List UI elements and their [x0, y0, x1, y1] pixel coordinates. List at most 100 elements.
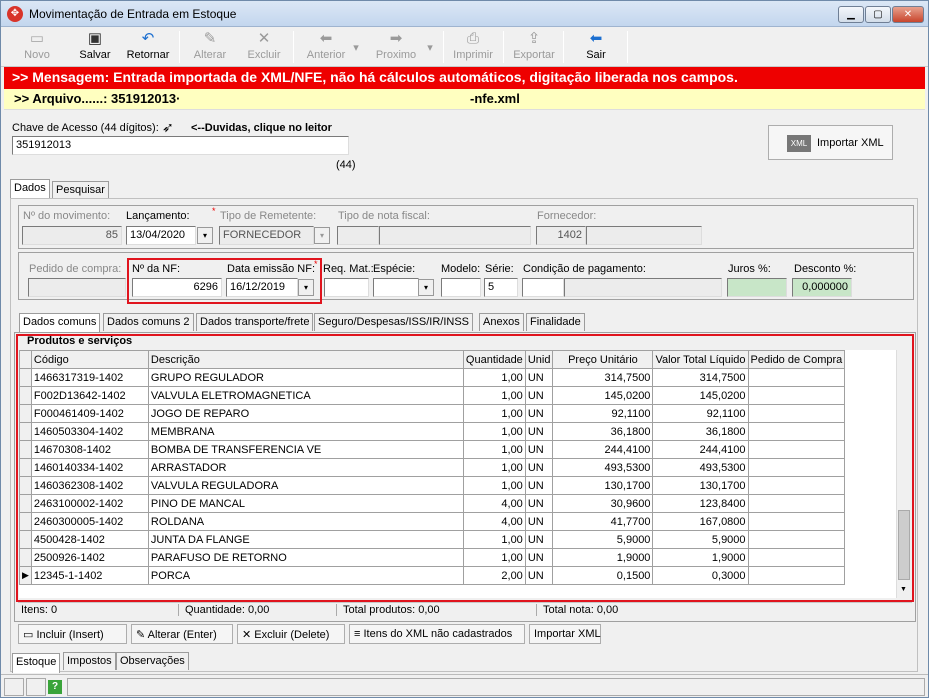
- importar-xml-item-button[interactable]: Importar XML: [529, 624, 601, 644]
- condicao-code[interactable]: [522, 278, 564, 297]
- arquivo-suffix: -nfe.xml: [470, 91, 520, 106]
- desconto-label: Desconto %:: [794, 263, 857, 275]
- arquivo-banner: >> Arquivo......: 351912013· -nfe.xml: [4, 89, 925, 110]
- lancamento-label: Lançamento:: [126, 210, 190, 222]
- serie-label: Série:: [485, 263, 514, 275]
- app-icon: ✥: [7, 6, 23, 22]
- tipo-nota-desc: [379, 226, 531, 245]
- save-icon: ▣: [87, 30, 103, 47]
- retornar-button[interactable]: ↶ Retornar: [125, 29, 171, 65]
- req-mat-input[interactable]: [324, 278, 369, 297]
- tab-pesquisar[interactable]: Pesquisar: [52, 181, 109, 199]
- fornecedor-code: 1402: [536, 226, 586, 245]
- totals-itens: Itens: 0: [21, 604, 58, 616]
- arrow-left-icon: ⬅: [319, 30, 333, 47]
- arquivo-prefix: >> Arquivo......: 351912013·: [14, 91, 181, 106]
- especie-dropdown[interactable]: ▾: [418, 279, 434, 296]
- undo-icon: ↶: [141, 30, 155, 47]
- delete-icon: ✕: [242, 629, 255, 641]
- remetente-dropdown[interactable]: ▾: [314, 227, 330, 244]
- incluir-button[interactable]: ▭ Incluir (Insert): [18, 624, 127, 644]
- alterar-item-button[interactable]: ✎ Alterar (Enter): [131, 624, 233, 644]
- required-marker: *: [212, 206, 216, 216]
- proximo-button[interactable]: ➡ Proximo: [373, 29, 419, 65]
- num-mov-field: 85: [22, 226, 122, 245]
- edit-icon: ✎: [203, 30, 217, 47]
- toolbar-separator: [443, 31, 444, 63]
- exit-arrow-icon: ⬅: [589, 30, 603, 47]
- subtab-anexos[interactable]: Anexos: [479, 313, 524, 331]
- sair-button[interactable]: ⬅ Sair: [575, 29, 617, 65]
- delete-icon: ✕: [257, 30, 271, 47]
- chave-help-link[interactable]: <--Duvidas, clique no leitor: [191, 122, 332, 134]
- exportar-button[interactable]: ⇪ Exportar: [511, 29, 557, 65]
- excluir-item-button[interactable]: ✕ Excluir (Delete): [237, 624, 345, 644]
- arrow-right-icon: ➡: [389, 30, 403, 47]
- imprimir-button[interactable]: ⎙ Imprimir: [451, 29, 495, 65]
- totals-bar: Itens: 0 Quantidade: 0,00 Total produtos…: [18, 602, 912, 616]
- highlight-nf-box: [127, 258, 322, 304]
- tab-observacoes[interactable]: Observações: [116, 652, 189, 670]
- export-icon: ⇪: [527, 30, 541, 47]
- toolbar-separator: [503, 31, 504, 63]
- juros-label: Juros %:: [728, 263, 771, 275]
- fornecedor-name: [586, 226, 702, 245]
- subtab-dados-comuns[interactable]: Dados comuns: [19, 313, 101, 333]
- pedido-field: [28, 278, 126, 297]
- totals-quantidade: Quantidade: 0,00: [178, 604, 269, 616]
- tipo-nota-code: [337, 226, 379, 245]
- modelo-label: Modelo:: [441, 263, 481, 275]
- message-banner: >> Mensagem: Entrada importada de XML/NF…: [4, 67, 925, 89]
- toolbar: ▭ Novo ▣ Salvar ↶ Retornar ✎ Alterar ✕ Exclui…: [1, 27, 928, 67]
- totals-produtos: Total produtos: 0,00: [336, 604, 440, 616]
- remetente-select[interactable]: FORNECEDOR: [219, 226, 314, 245]
- status-cell: [26, 678, 46, 696]
- tab-estoque[interactable]: Estoque: [12, 653, 61, 673]
- chave-count: (44): [336, 159, 356, 171]
- tab-impostos[interactable]: Impostos: [63, 652, 116, 670]
- novo-button[interactable]: ▭ Novo: [17, 29, 57, 65]
- xml-file-icon: XML: [787, 135, 811, 152]
- condicao-desc: [564, 278, 722, 297]
- modelo-input[interactable]: [441, 278, 481, 297]
- req-mat-label: Req. Mat.:: [323, 263, 374, 275]
- toolbar-separator: [627, 31, 628, 63]
- excluir-button[interactable]: ✕ Excluir: [243, 29, 285, 65]
- lancamento-dropdown[interactable]: ▾: [197, 227, 213, 244]
- anterior-button[interactable]: ⬅ Anterior: [303, 29, 349, 65]
- window-title: Movimentação de Entrada em Estoque: [29, 7, 237, 21]
- alterar-button[interactable]: ✎ Alterar: [189, 29, 231, 65]
- lancamento-input[interactable]: 13/04/2020: [126, 226, 196, 245]
- itens-xml-button[interactable]: ≡ Itens do XML não cadastrados: [349, 624, 525, 644]
- importar-xml-button[interactable]: XML Importar XML: [768, 125, 893, 160]
- subtab-seguro[interactable]: Seguro/Despesas/ISS/IR/INSS: [314, 313, 474, 331]
- toolbar-separator: [179, 31, 180, 63]
- printer-icon: ⎙: [466, 30, 479, 47]
- status-bar: ?: [1, 674, 928, 698]
- salvar-button[interactable]: ▣ Salvar: [73, 29, 117, 65]
- subtab-transporte[interactable]: Dados transporte/frete: [196, 313, 314, 331]
- serie-input[interactable]: 5: [484, 278, 518, 297]
- status-message: [67, 678, 925, 696]
- help-icon[interactable]: ?: [48, 680, 62, 694]
- condicao-label: Condição de pagamento:: [523, 263, 646, 275]
- close-button[interactable]: ✕: [892, 6, 924, 23]
- maximize-button[interactable]: ▢: [865, 6, 891, 23]
- new-item-icon: ▭: [23, 629, 37, 641]
- tab-dados[interactable]: Dados: [10, 179, 50, 199]
- subtab-dados-comuns-2[interactable]: Dados comuns 2: [103, 313, 194, 331]
- desconto-input[interactable]: 0,000000: [792, 278, 852, 297]
- num-mov-label: Nº do movimento:: [23, 210, 111, 222]
- barcode-reader-icon[interactable]: ➶: [162, 119, 174, 136]
- remetente-label: Tipo de Remetente:: [220, 210, 317, 222]
- edit-icon: ✎: [136, 629, 148, 641]
- title-bar: ✥ Movimentação de Entrada em Estoque ▁ ▢…: [1, 1, 928, 27]
- minimize-button[interactable]: ▁: [838, 6, 864, 23]
- totals-nota: Total nota: 0,00: [536, 604, 618, 616]
- subtab-finalidade[interactable]: Finalidade: [526, 313, 585, 331]
- chave-input[interactable]: 351912013: [12, 136, 349, 155]
- new-doc-icon: ▭: [29, 30, 45, 47]
- especie-select[interactable]: [373, 278, 419, 297]
- juros-input[interactable]: [727, 278, 787, 297]
- chave-label: Chave de Acesso (44 dígitos):: [12, 122, 159, 134]
